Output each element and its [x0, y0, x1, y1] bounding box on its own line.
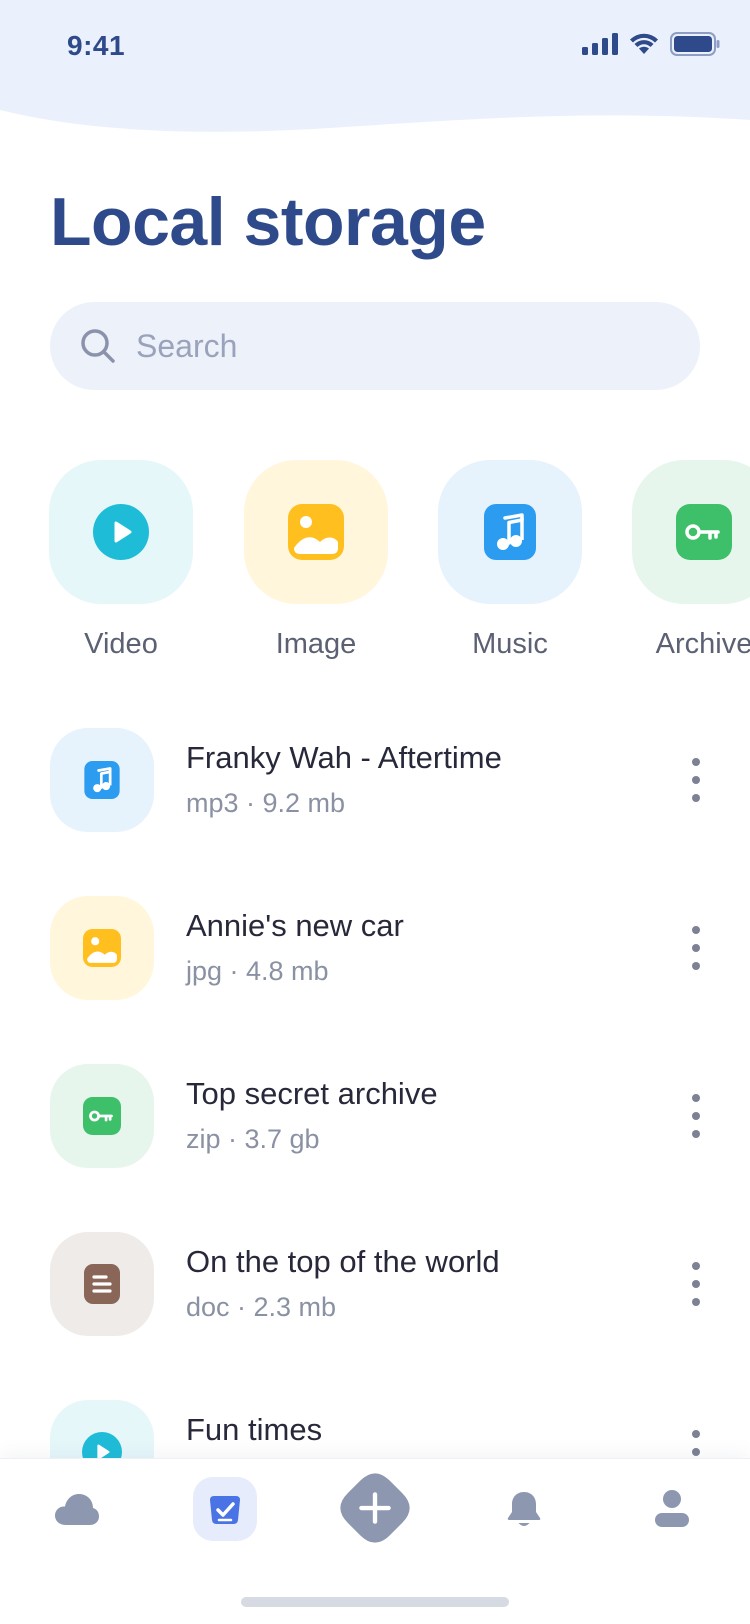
- page-title: Local storage: [50, 184, 486, 260]
- file-meta: doc · 2.3 mb: [186, 1292, 337, 1322]
- file-thumb: [50, 728, 154, 832]
- status-icons: [582, 32, 720, 56]
- more-options-icon[interactable]: [682, 754, 710, 806]
- file-row[interactable]: Franky Wah - Aftertime mp3 · 9.2 mb: [50, 728, 710, 832]
- bell-icon: [507, 1492, 541, 1526]
- header-background: [0, 0, 750, 132]
- add-icon: [340, 1473, 410, 1543]
- file-thumb: [50, 896, 154, 1000]
- file-row[interactable]: Top secret archive zip · 3.7 gb: [50, 1064, 710, 1168]
- signal-icon: [582, 33, 618, 55]
- file-meta: zip · 3.7 gb: [186, 1124, 320, 1154]
- status-time: 9:41: [67, 30, 126, 61]
- music-icon: [484, 504, 536, 560]
- category-music-label: Music: [472, 628, 548, 660]
- nav-profile[interactable]: [640, 1477, 704, 1541]
- category-archive-tile[interactable]: [632, 460, 750, 604]
- category-music-tile[interactable]: [438, 460, 582, 604]
- nav-tasks[interactable]: [193, 1477, 257, 1541]
- file-row[interactable]: Annie's new car jpg · 4.8 mb: [50, 896, 710, 1000]
- category-archive-label: Archive: [655, 628, 750, 660]
- more-options-icon[interactable]: [682, 1258, 710, 1310]
- nav-cloud[interactable]: [45, 1477, 109, 1541]
- category-archive[interactable]: Archive: [632, 460, 750, 661]
- file-meta: mp3 · 9.2 mb: [186, 788, 346, 818]
- cloud-icon: [55, 1494, 99, 1525]
- more-options-icon[interactable]: [682, 1090, 710, 1142]
- music-icon: [84, 761, 120, 799]
- key-icon: [83, 1097, 121, 1135]
- file-name: On the top of the world: [186, 1244, 500, 1279]
- category-video[interactable]: Video: [49, 460, 193, 661]
- category-image[interactable]: Image: [244, 460, 388, 661]
- category-video-tile[interactable]: [49, 460, 193, 604]
- file-thumb: [50, 1232, 154, 1336]
- bottom-nav: [0, 1458, 750, 1624]
- checklist-icon: [210, 1496, 240, 1524]
- wifi-icon: [630, 33, 658, 54]
- category-music[interactable]: Music: [438, 460, 582, 661]
- profile-icon: [655, 1490, 689, 1527]
- home-indicator: [241, 1597, 509, 1607]
- file-meta: jpg · 4.8 mb: [186, 956, 329, 986]
- search-bar[interactable]: [50, 302, 700, 390]
- category-image-tile[interactable]: [244, 460, 388, 604]
- file-name: Franky Wah - Aftertime: [186, 740, 502, 775]
- search-icon: [81, 329, 115, 363]
- category-video-label: Video: [84, 628, 158, 660]
- file-name: Annie's new car: [186, 908, 404, 943]
- file-thumb: [50, 1064, 154, 1168]
- image-icon: [83, 929, 121, 967]
- file-row[interactable]: On the top of the world doc · 2.3 mb: [50, 1232, 710, 1336]
- battery-icon: [670, 32, 720, 56]
- key-icon: [676, 504, 732, 560]
- file-name: Fun times: [186, 1412, 323, 1447]
- nav-notifications[interactable]: [492, 1477, 556, 1541]
- document-icon: [84, 1264, 120, 1304]
- nav-add[interactable]: [340, 1473, 410, 1543]
- search-input[interactable]: [136, 327, 676, 365]
- more-options-icon[interactable]: [682, 922, 710, 974]
- image-icon: [288, 504, 344, 560]
- play-icon: [93, 504, 149, 560]
- category-image-label: Image: [275, 628, 357, 660]
- file-name: Top secret archive: [186, 1076, 438, 1111]
